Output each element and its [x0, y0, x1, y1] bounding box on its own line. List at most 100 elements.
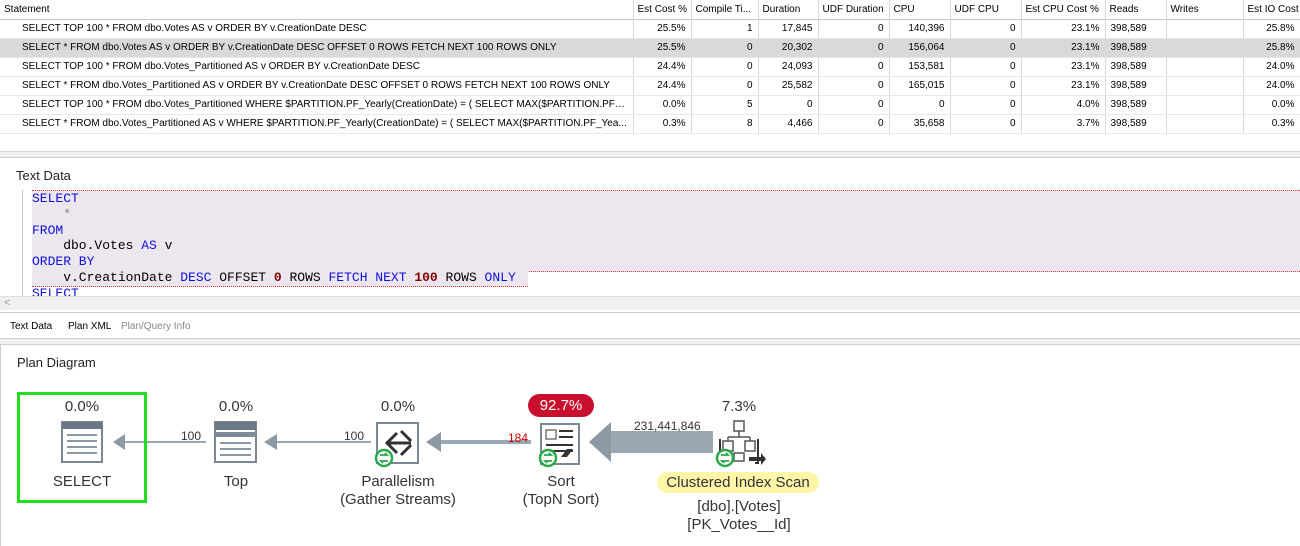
cell-est-cpu-cost: 3.7% [1021, 114, 1106, 134]
code-token: ORDER BY [32, 254, 95, 270]
code-token: FROM [32, 222, 64, 238]
top-icon[interactable] [214, 421, 257, 463]
col-header-writes[interactable]: Writes [1166, 0, 1244, 20]
table-row[interactable]: SELECT * FROM dbo.Votes_Partitioned AS v… [0, 114, 1300, 134]
cell-est-cost: 0.3% [633, 114, 692, 134]
cell-compile-time: 1 [691, 19, 759, 39]
table-row[interactable]: SELECT TOP 100 * FROM dbo.Votes AS v ORD… [0, 19, 1300, 39]
horizontal-scrollbar[interactable]: < [0, 296, 1300, 310]
cell-duration: 25,582 [758, 76, 819, 96]
code-token: DESC [180, 269, 212, 285]
cell-udf-duration: 0 [818, 38, 890, 58]
cell-duration: 4,466 [758, 114, 819, 134]
code-token: dbo.Votes [32, 238, 142, 254]
cell-est-cpu-cost: 23.1% [1021, 19, 1106, 39]
col-header-compile-time[interactable]: Compile Ti... [691, 0, 759, 20]
code-token: SELECT [32, 191, 79, 206]
rows-top-parallelism: 100 [344, 429, 365, 443]
col-header-reads[interactable]: Reads [1105, 0, 1167, 20]
cell-udf-cpu: 0 [950, 57, 1022, 77]
cell-cpu: 35,658 [889, 114, 951, 134]
code-token: SELECT [32, 285, 79, 296]
col-header-est-cost[interactable]: Est Cost % [633, 0, 692, 20]
cell-statement: SELECT * FROM dbo.Votes_Partitioned AS v… [0, 114, 634, 134]
cell-udf-duration: 0 [818, 76, 890, 96]
cell-est-cost: 25.5% [633, 38, 692, 58]
cell-writes [1166, 114, 1244, 134]
results-grid[interactable]: Statement Est Cost % Compile Ti... Durat… [0, 0, 1300, 152]
cell-duration: 0 [758, 95, 819, 115]
select-cost: 0.0% [64, 398, 100, 415]
code-token: * [32, 206, 72, 222]
cell-cpu: 140,396 [889, 19, 951, 39]
code-token: ROWS [437, 269, 485, 285]
col-header-duration[interactable]: Duration [758, 0, 819, 20]
table-row[interactable]: SELECT * FROM dbo.Votes_Partitioned AS v… [0, 76, 1300, 96]
parallelism-label: Parallelism [361, 473, 435, 490]
grid-header-row: Statement Est Cost % Compile Ti... Durat… [0, 0, 1300, 20]
sql-editor[interactable]: SELECT * FROM dbo.Votes AS v ORDER BY v.… [24, 190, 1300, 296]
cell-udf-cpu: 0 [950, 95, 1022, 115]
cell-cpu: 153,581 [889, 57, 951, 77]
scan-index-label: [PK_Votes__Id] [687, 516, 791, 533]
cell-compile-time: 0 [691, 76, 759, 96]
cell-reads: 398,589 [1105, 19, 1167, 39]
cell-compile-time: 8 [691, 114, 759, 134]
cell-writes [1166, 57, 1244, 77]
table-row[interactable]: SELECT TOP 100 * FROM dbo.Votes_Partitio… [0, 57, 1300, 77]
col-header-est-cpu-cost[interactable]: Est CPU Cost % [1021, 0, 1106, 20]
cell-est-cost: 25.5% [633, 19, 692, 39]
cell-reads: 398,589 [1105, 76, 1167, 96]
cell-duration: 17,845 [758, 19, 819, 39]
cell-udf-cpu: 0 [950, 76, 1022, 96]
cell-statement: SELECT * FROM dbo.Votes AS v ORDER BY v.… [0, 38, 634, 58]
cell-compile-time: 5 [691, 95, 759, 115]
cell-udf-cpu: 0 [950, 114, 1022, 134]
cell-cpu: 0 [889, 95, 951, 115]
cell-est-cost: 24.4% [633, 76, 692, 96]
code-token: AS [141, 238, 157, 254]
parallelism-cost: 0.0% [380, 398, 416, 415]
cell-cpu: 156,064 [889, 38, 951, 58]
col-header-udf-duration[interactable]: UDF Duration [818, 0, 890, 20]
parallelism-icon[interactable] [374, 422, 419, 468]
cell-statement: SELECT * FROM dbo.Votes_Partitioned AS v… [0, 76, 634, 96]
plan-splitter[interactable] [0, 338, 1300, 345]
tab-plan-xml[interactable]: Plan XML [68, 321, 111, 332]
cell-cpu: 165,015 [889, 76, 951, 96]
cell-est-cost: 0.0% [633, 95, 692, 115]
col-header-est-io-cost[interactable]: Est IO Cost % [1243, 0, 1300, 20]
cell-est-io-cost: 0.0% [1243, 95, 1300, 115]
cell-udf-cpu: 0 [950, 38, 1022, 58]
col-header-statement[interactable]: Statement [0, 0, 634, 20]
cell-udf-duration: 0 [818, 114, 890, 134]
table-row[interactable]: SELECT TOP 100 * FROM dbo.Votes_Partitio… [0, 95, 1300, 115]
col-header-cpu[interactable]: CPU [889, 0, 951, 20]
col-header-udf-cpu[interactable]: UDF CPU [950, 0, 1022, 20]
cell-reads: 398,589 [1105, 38, 1167, 58]
cell-writes [1166, 76, 1244, 96]
scroll-left-icon[interactable]: < [4, 297, 10, 309]
code-token: ONLY [484, 269, 516, 285]
table-row[interactable]: SELECT * FROM dbo.Votes AS v ORDER BY v.… [0, 38, 1300, 58]
editor-gutter [0, 190, 23, 296]
tab-text-data[interactable]: Text Data [10, 321, 52, 332]
text-data-panel: Text Data SELECT * FROM dbo.Votes AS v O… [0, 158, 1300, 312]
plan-diagram-panel: Plan Diagram 0.0% 0.0% 0.0% 92.7% 7.3% 1… [0, 345, 1300, 546]
tab-plan-query-info[interactable]: Plan/Query Info [121, 321, 190, 332]
rows-parallelism-sort: 184 [508, 431, 529, 445]
plan-graphics [61, 420, 766, 468]
cell-reads: 398,589 [1105, 57, 1167, 77]
sort-icon[interactable] [538, 423, 580, 468]
code-token: OFFSET [211, 269, 274, 285]
cell-udf-duration: 0 [818, 57, 890, 77]
cell-est-io-cost: 25.8% [1243, 38, 1300, 58]
cell-est-cost: 24.4% [633, 57, 692, 77]
clustered-index-scan-label: Clustered Index Scan [657, 472, 819, 493]
sort-label: Sort [547, 473, 575, 490]
code-token: FETCH NEXT [328, 269, 407, 285]
clustered-index-scan-icon[interactable] [715, 420, 766, 468]
cell-statement: SELECT TOP 100 * FROM dbo.Votes_Partitio… [0, 57, 634, 77]
rows-select-top: 100 [181, 429, 202, 443]
cell-est-cpu-cost: 23.1% [1021, 38, 1106, 58]
